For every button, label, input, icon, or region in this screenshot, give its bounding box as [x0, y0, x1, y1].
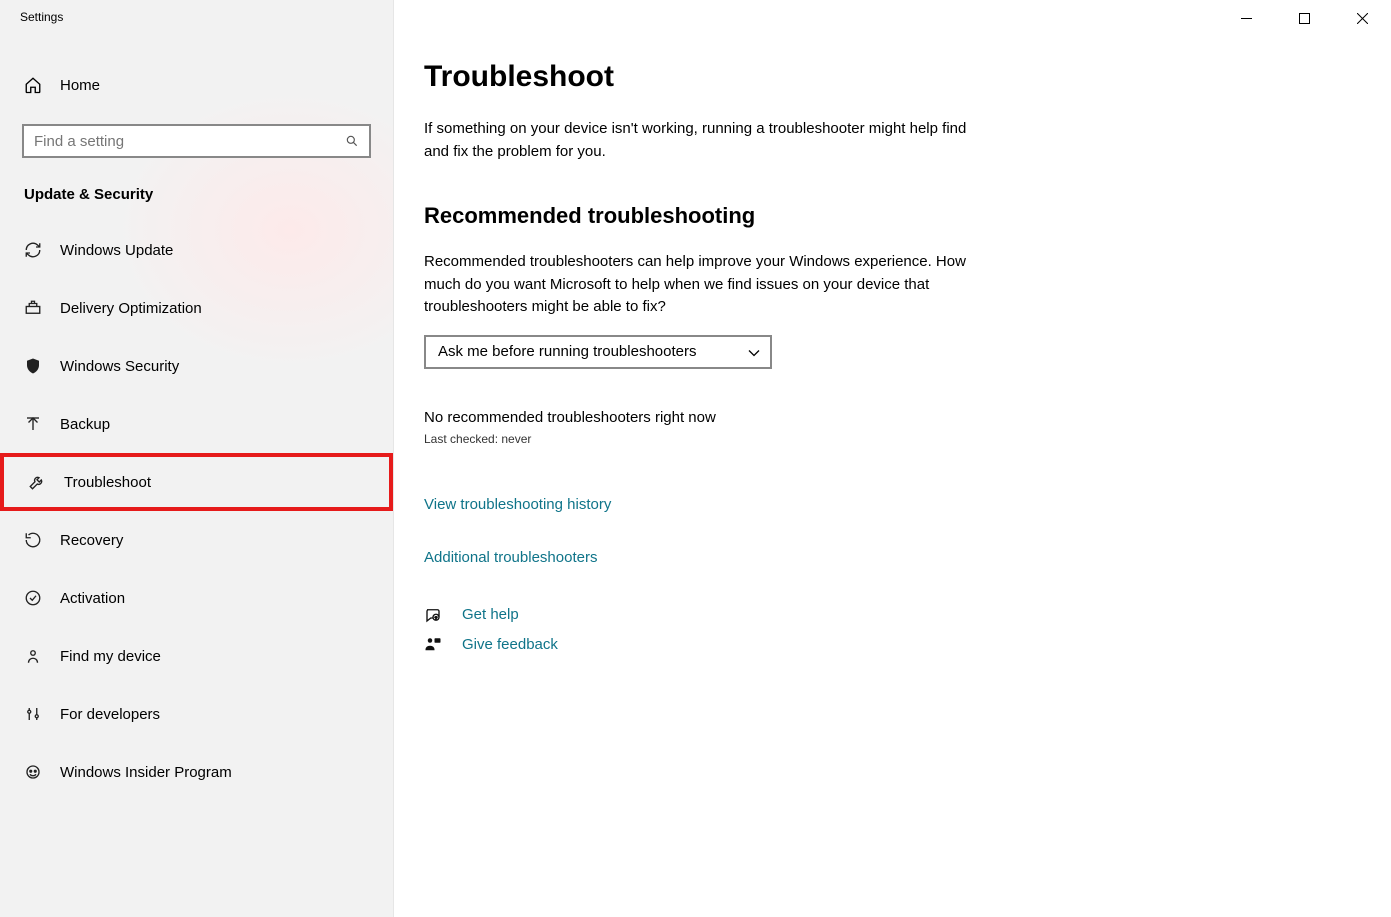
status-text: No recommended troubleshooters right now [424, 409, 984, 426]
sidebar-item-label: Delivery Optimization [60, 300, 202, 317]
dropdown-value: Ask me before running troubleshooters [438, 343, 696, 360]
sidebar: Settings Home Update & Security Windows … [0, 0, 393, 917]
section-title: Update & Security [0, 158, 393, 221]
recovery-icon [24, 531, 42, 549]
nav-list: Windows Update Delivery Optimization Win… [0, 221, 393, 801]
sidebar-item-windows-security[interactable]: Windows Security [0, 337, 393, 395]
insider-icon [24, 763, 42, 781]
section-heading: Recommended troubleshooting [424, 203, 984, 229]
shield-icon [24, 357, 42, 375]
search-icon [345, 134, 359, 148]
backup-icon [24, 415, 42, 433]
sidebar-item-recovery[interactable]: Recovery [0, 511, 393, 569]
search-input[interactable] [34, 126, 345, 156]
window-title: Settings [0, 0, 393, 24]
sidebar-item-troubleshoot[interactable]: Troubleshoot [0, 453, 393, 511]
window-controls [1217, 0, 1391, 36]
close-button[interactable] [1333, 0, 1391, 36]
maximize-button[interactable] [1275, 0, 1333, 36]
view-history-link[interactable]: View troubleshooting history [424, 496, 611, 513]
sidebar-item-windows-insider[interactable]: Windows Insider Program [0, 743, 393, 801]
home-icon [24, 76, 42, 94]
section-description: Recommended troubleshooters can help imp… [424, 251, 984, 319]
get-help-link[interactable]: Get help [462, 606, 519, 623]
sidebar-item-delivery-optimization[interactable]: Delivery Optimization [0, 279, 393, 337]
main-content: Troubleshoot If something on your device… [393, 0, 1391, 917]
sidebar-item-for-developers[interactable]: For developers [0, 685, 393, 743]
sidebar-item-label: Recovery [60, 532, 123, 549]
home-label: Home [60, 77, 100, 94]
sidebar-item-label: Windows Update [60, 242, 173, 259]
give-feedback-link[interactable]: Give feedback [462, 636, 558, 653]
sidebar-item-backup[interactable]: Backup [0, 395, 393, 453]
sidebar-item-label: Troubleshoot [64, 474, 151, 491]
get-help-row[interactable]: ? Get help [424, 606, 984, 624]
chat-help-icon: ? [424, 606, 442, 624]
search-box[interactable] [22, 124, 371, 158]
page-title: Troubleshoot [424, 60, 984, 94]
find-device-icon [24, 647, 42, 665]
additional-troubleshooters-link[interactable]: Additional troubleshooters [424, 549, 597, 566]
sidebar-item-label: Windows Security [60, 358, 179, 375]
delivery-icon [24, 299, 42, 317]
sidebar-item-label: Find my device [60, 648, 161, 665]
sync-icon [24, 241, 42, 259]
home-button[interactable]: Home [0, 64, 393, 106]
sidebar-item-label: Activation [60, 590, 125, 607]
last-checked-text: Last checked: never [424, 432, 984, 446]
sidebar-item-activation[interactable]: Activation [0, 569, 393, 627]
check-circle-icon [24, 589, 42, 607]
sidebar-item-windows-update[interactable]: Windows Update [0, 221, 393, 279]
sidebar-item-label: Backup [60, 416, 110, 433]
troubleshoot-preference-dropdown[interactable]: Ask me before running troubleshooters [424, 335, 772, 369]
page-lead: If something on your device isn't workin… [424, 118, 984, 163]
sidebar-item-label: Windows Insider Program [60, 764, 232, 781]
chevron-down-icon [748, 346, 760, 358]
give-feedback-row[interactable]: Give feedback [424, 636, 984, 654]
minimize-button[interactable] [1217, 0, 1275, 36]
content-area: Troubleshoot If something on your device… [394, 0, 1014, 654]
feedback-icon [424, 636, 442, 654]
sidebar-item-find-my-device[interactable]: Find my device [0, 627, 393, 685]
developer-icon [24, 705, 42, 723]
wrench-icon [28, 473, 46, 491]
sidebar-item-label: For developers [60, 706, 160, 723]
